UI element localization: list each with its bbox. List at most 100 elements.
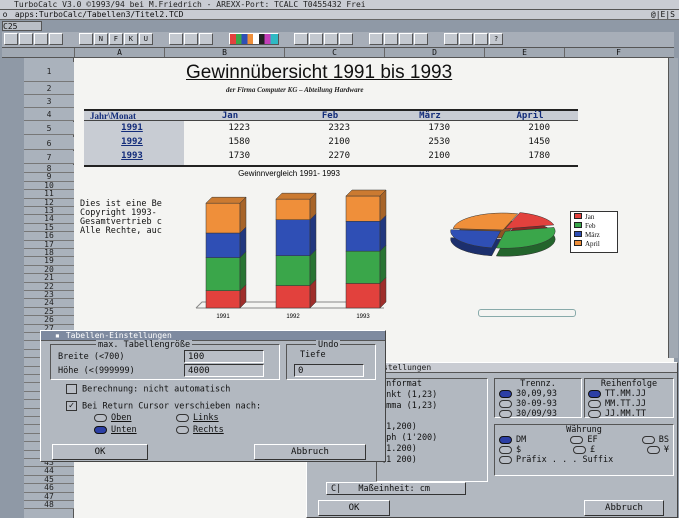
underline-icon[interactable]: U — [138, 33, 153, 45]
tabellen-ok-button[interactable]: OK — [52, 444, 148, 460]
grid-icon[interactable] — [459, 33, 474, 45]
date-option-3[interactable]: 30/09/93 — [499, 409, 577, 419]
table-value-cell[interactable]: 1780 — [500, 151, 550, 161]
table-value-cell[interactable]: 1730 — [200, 151, 250, 161]
column-header-A[interactable]: A — [74, 48, 164, 57]
row-header-48[interactable]: 48 — [24, 500, 74, 510]
option-3[interactable]: (1,200) — [381, 422, 487, 433]
paint-icon[interactable] — [474, 33, 489, 45]
date-option-1[interactable]: 30,09,93 — [499, 389, 577, 399]
row-header-4[interactable]: 4 — [24, 108, 74, 121]
dialog-close-icon[interactable]: ▪ — [55, 331, 60, 340]
table-value-cell[interactable]: 2530 — [400, 137, 450, 147]
bar-chart[interactable]: Gewinnvergleich 1991- 1993 1991 1992 1993 — [184, 168, 394, 320]
settings-ok-button[interactable]: OK — [318, 500, 390, 516]
berechnung-checkbox[interactable]: Berechnung: nicht automatisch — [66, 384, 230, 395]
dir-rechts[interactable]: Rechts — [176, 425, 224, 435]
table-year-cell[interactable]: 1992 — [110, 137, 154, 147]
table-value-cell[interactable]: 1730 — [400, 123, 450, 133]
pie-chart[interactable] — [448, 206, 563, 266]
function-icon[interactable] — [339, 33, 354, 45]
breite-label: Breite (<700) — [58, 352, 125, 362]
option-punkt[interactable]: unkt (1,23) — [381, 390, 487, 401]
row-header-3[interactable]: 3 — [24, 95, 74, 108]
table-value-cell[interactable]: 1450 — [500, 137, 550, 147]
dir-links[interactable]: Links — [176, 413, 219, 423]
open-icon[interactable] — [19, 33, 33, 45]
column-header-B[interactable]: B — [164, 48, 284, 57]
column-header-D[interactable]: D — [384, 48, 484, 57]
option-5[interactable]: (1.200) — [381, 444, 487, 455]
table-value-cell[interactable]: 2270 — [300, 151, 350, 161]
row-header-1[interactable]: 1 — [24, 62, 74, 82]
row-header-6[interactable]: 6 — [24, 137, 74, 150]
color-palette-icon[interactable] — [228, 33, 279, 45]
option-komma[interactable]: omma (1,23) — [381, 401, 487, 412]
format-icon[interactable] — [414, 33, 429, 45]
order-option-3[interactable]: JJ.MM.TT — [588, 409, 670, 419]
currency-pound-label: £ — [589, 445, 596, 455]
suffix-label: Suffix — [582, 455, 614, 465]
depth-gadget-icon[interactable]: @|E|S — [651, 10, 675, 19]
table-year-cell[interactable]: 1991 — [110, 123, 154, 133]
right-scrollbar[interactable] — [668, 58, 678, 358]
currency-pound[interactable]: £ — [572, 445, 596, 455]
table-value-cell[interactable]: 2100 — [500, 123, 550, 133]
settings-abbruch-button[interactable]: Abbruch — [584, 500, 664, 516]
trenn-title: Trennz. — [520, 379, 556, 389]
sort-icon[interactable] — [324, 33, 339, 45]
align-left-icon[interactable] — [168, 33, 183, 45]
table-year-cell[interactable]: 1993 — [110, 151, 154, 161]
praefix-checkbox[interactable]: Präfix — [499, 455, 547, 465]
zoom-icon[interactable] — [444, 33, 459, 45]
berechnung-check-icon — [66, 384, 77, 394]
column-header-C[interactable]: C — [284, 48, 384, 57]
column-header-F[interactable]: F — [564, 48, 672, 57]
print-icon[interactable] — [49, 33, 63, 45]
kursiv-icon[interactable]: K — [123, 33, 138, 45]
bold-icon[interactable]: N — [93, 33, 108, 45]
order-option-1[interactable]: TT.MM.JJ — [588, 389, 670, 399]
tabellen-abbruch-button[interactable]: Abbruch — [254, 444, 366, 460]
delete-icon[interactable] — [399, 33, 414, 45]
tiefe-input[interactable]: 0 — [294, 364, 364, 377]
table-value-cell[interactable]: 2323 — [300, 123, 350, 133]
date-option-2[interactable]: 30-09-93 — [499, 399, 577, 409]
save-icon[interactable] — [34, 33, 48, 45]
row-header-2[interactable]: 2 — [24, 82, 74, 95]
row-header-5[interactable]: 5 — [24, 122, 74, 135]
table-value-cell[interactable]: 1580 — [200, 137, 250, 147]
currency-bs[interactable]: BS — [641, 435, 669, 445]
insert-col-icon[interactable] — [384, 33, 399, 45]
chart-icon[interactable] — [309, 33, 324, 45]
cursor-checkbox[interactable]: ✓ Bei Return Cursor verschieben nach: — [66, 401, 261, 412]
help-icon[interactable]: ? — [489, 33, 504, 45]
cut-icon[interactable] — [78, 33, 93, 45]
table-value-cell[interactable]: 1223 — [200, 123, 250, 133]
row-header-7[interactable]: 7 — [24, 151, 74, 164]
dir-unten[interactable]: Unten — [94, 425, 137, 435]
currency-dm[interactable]: DM — [499, 435, 526, 445]
sum-icon[interactable] — [294, 33, 309, 45]
currency-dollar[interactable]: $ — [499, 445, 521, 455]
currency-yen[interactable]: ¥ — [646, 445, 669, 455]
table-value-cell[interactable]: 2100 — [300, 137, 350, 147]
cell-reference[interactable]: C25 — [2, 21, 42, 31]
new-icon[interactable] — [4, 33, 18, 45]
breite-input[interactable]: 100 — [184, 350, 264, 363]
close-gadget-icon[interactable]: o — [0, 10, 10, 19]
insert-row-icon[interactable] — [369, 33, 384, 45]
dir-oben[interactable]: Oben — [94, 413, 131, 423]
bar-side-1991-Feb — [239, 250, 247, 292]
option-4[interactable]: oph (1'200) — [381, 433, 487, 444]
currency-ef[interactable]: EF — [570, 435, 598, 445]
fett-icon[interactable]: F — [108, 33, 123, 45]
column-header-E[interactable]: E — [484, 48, 564, 57]
masseinheit-cycle[interactable]: C| Maßeinheit: cm — [326, 482, 466, 495]
align-center-icon[interactable] — [183, 33, 198, 45]
table-value-cell[interactable]: 2100 — [400, 151, 450, 161]
option-6[interactable]: (1 200) — [381, 455, 487, 466]
align-right-icon[interactable] — [198, 33, 213, 45]
order-option-2[interactable]: MM.TT.JJ — [588, 399, 670, 409]
hoehe-input[interactable]: 4000 — [184, 364, 264, 377]
